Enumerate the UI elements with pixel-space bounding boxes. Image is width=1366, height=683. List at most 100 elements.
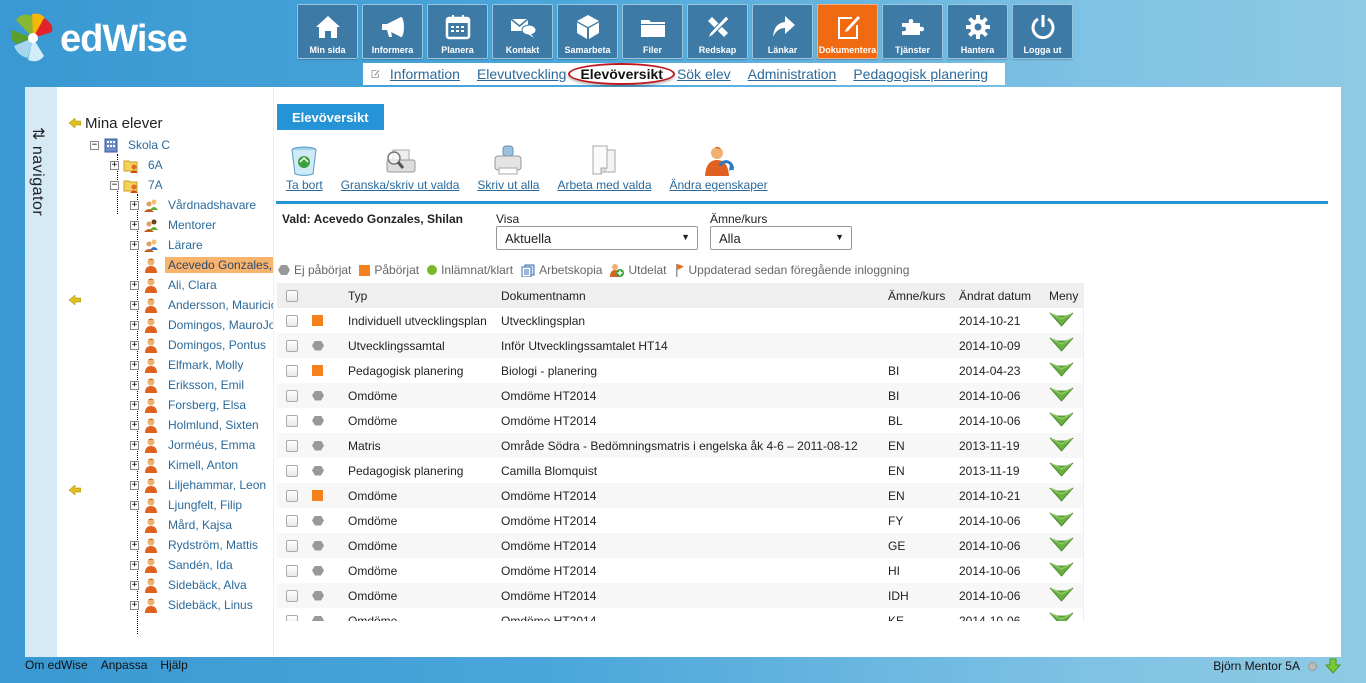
nav-informera[interactable]: Informera bbox=[362, 4, 423, 59]
table-row[interactable]: Omdöme Omdöme HT2014 EN 2014-10-21 bbox=[277, 483, 1083, 508]
change-properties-button[interactable]: Ändra egenskaper bbox=[670, 144, 768, 192]
table-row[interactable]: Omdöme Omdöme HT2014 HI 2014-10-06 bbox=[277, 558, 1083, 583]
tree-node-student[interactable]: + Ljungfelt, Filip bbox=[130, 495, 245, 515]
help-link[interactable]: Hjälp bbox=[160, 658, 187, 672]
table-row[interactable]: Pedagogisk planering Biologi - planering B… bbox=[277, 358, 1083, 383]
nav-lankar[interactable]: Länkar bbox=[752, 4, 813, 59]
row-menu-button[interactable] bbox=[1049, 386, 1074, 405]
table-row[interactable]: Individuell utvecklingsplan Utvecklingspl… bbox=[277, 308, 1083, 333]
tool-label[interactable]: Granska/skriv ut valda bbox=[341, 178, 460, 192]
nav-kontakt[interactable]: Kontakt bbox=[492, 4, 553, 59]
row-checkbox[interactable] bbox=[286, 564, 298, 577]
row-menu-button[interactable] bbox=[1049, 411, 1074, 430]
tree-node-student[interactable]: + Andersson, Mauricio bbox=[130, 295, 273, 315]
expand-toggle[interactable]: + bbox=[130, 240, 139, 250]
row-checkbox[interactable] bbox=[286, 614, 298, 621]
table-row[interactable]: Pedagogisk planering Camilla Blomquist EN 2… bbox=[277, 458, 1083, 483]
nav-filer[interactable]: Filer bbox=[622, 4, 683, 59]
expand-toggle[interactable]: + bbox=[130, 460, 139, 470]
tree-node-student[interactable]: + Domingos, MauroJoao bbox=[130, 315, 273, 335]
tree-node-class-6a[interactable]: + 6A bbox=[110, 155, 166, 175]
expand-toggle[interactable]: + bbox=[130, 420, 139, 430]
tool-label[interactable]: Skriv ut alla bbox=[477, 178, 539, 192]
tree-node-student[interactable]: + Rydström, Mattis bbox=[130, 535, 261, 555]
expand-toggle[interactable]: + bbox=[130, 480, 139, 490]
subnav-sok-elev[interactable]: Sök elev bbox=[677, 66, 731, 82]
column-header-typ[interactable]: Typ bbox=[348, 289, 367, 303]
row-checkbox[interactable] bbox=[286, 489, 298, 502]
tree-node-student[interactable]: + Domingos, Pontus bbox=[130, 335, 269, 355]
collapse-toggle[interactable]: − bbox=[90, 140, 99, 150]
column-header-dokumentnamn[interactable]: Dokumentnamn bbox=[501, 289, 586, 303]
delete-button[interactable]: Ta bort bbox=[286, 144, 323, 192]
subnav-elevoversikt[interactable]: Elevöversikt bbox=[568, 63, 675, 85]
table-row[interactable]: Omdöme Omdöme HT2014 KE 2014-10-06 bbox=[277, 608, 1083, 621]
row-checkbox[interactable] bbox=[286, 539, 298, 552]
subnav-administration[interactable]: Administration bbox=[748, 66, 837, 82]
row-checkbox[interactable] bbox=[286, 339, 298, 352]
tree-node-school[interactable]: − Skola C bbox=[90, 135, 173, 155]
row-checkbox[interactable] bbox=[286, 389, 298, 402]
subnav-information[interactable]: Information bbox=[390, 66, 460, 82]
user-link[interactable]: Björn Mentor 5A bbox=[1213, 659, 1300, 673]
tree-node-student[interactable]: Acevedo Gonzales, Shilan bbox=[130, 255, 273, 275]
expand-toggle[interactable]: + bbox=[130, 320, 139, 330]
expand-toggle[interactable]: + bbox=[130, 340, 139, 350]
tree-node-student[interactable]: + Kimell, Anton bbox=[130, 455, 241, 475]
collapse-toggle[interactable]: − bbox=[110, 180, 119, 190]
nav-tjanster[interactable]: Tjänster bbox=[882, 4, 943, 59]
expand-toggle[interactable]: + bbox=[130, 540, 139, 550]
subnav-elevutveckling[interactable]: Elevutveckling bbox=[477, 66, 567, 82]
expand-toggle[interactable]: + bbox=[130, 380, 139, 390]
tab-elevoversikt[interactable]: Elevöversikt bbox=[277, 104, 384, 130]
nav-samarbeta[interactable]: Samarbeta bbox=[557, 4, 618, 59]
tool-label[interactable]: Arbeta med valda bbox=[557, 178, 651, 192]
row-menu-button[interactable] bbox=[1049, 361, 1074, 380]
tree-root[interactable]: Mina elever bbox=[69, 113, 163, 133]
column-header-amne[interactable]: Ämne/kurs bbox=[888, 289, 945, 303]
expand-toggle[interactable]: + bbox=[130, 360, 139, 370]
row-menu-button[interactable] bbox=[1049, 611, 1074, 621]
nav-hantera[interactable]: Hantera bbox=[947, 4, 1008, 59]
tree-node-student[interactable]: Mård, Kajsa bbox=[130, 515, 235, 535]
tree-node-class-7a[interactable]: − 7A bbox=[110, 175, 166, 195]
download-arrow-icon[interactable] bbox=[1325, 658, 1341, 674]
column-header-datum[interactable]: Ändrat datum bbox=[959, 289, 1031, 303]
expand-toggle[interactable]: + bbox=[130, 280, 139, 290]
expand-toggle[interactable]: + bbox=[130, 440, 139, 450]
nav-redskap[interactable]: Redskap bbox=[687, 4, 748, 59]
row-checkbox[interactable] bbox=[286, 314, 298, 327]
subnav-pedagogisk-planering[interactable]: Pedagogisk planering bbox=[853, 66, 988, 82]
tree-node-student[interactable]: + Holmlund, Sixten bbox=[130, 415, 262, 435]
row-menu-button[interactable] bbox=[1049, 561, 1074, 580]
tree-node-student[interactable]: + Elfmark, Molly bbox=[130, 355, 246, 375]
row-checkbox[interactable] bbox=[286, 414, 298, 427]
expand-toggle[interactable]: + bbox=[130, 580, 139, 590]
expand-toggle[interactable]: + bbox=[130, 400, 139, 410]
row-checkbox[interactable] bbox=[286, 589, 298, 602]
table-row[interactable]: Matris Område Södra - Bedömningsmatris i … bbox=[277, 433, 1083, 458]
expand-toggle[interactable]: + bbox=[110, 160, 119, 170]
table-row[interactable]: Omdöme Omdöme HT2014 FY 2014-10-06 bbox=[277, 508, 1083, 533]
tree-node-student[interactable]: + Liljehammar, Leon bbox=[130, 475, 269, 495]
row-menu-button[interactable] bbox=[1049, 436, 1074, 455]
tree-node-student[interactable]: + Sandén, Ida bbox=[130, 555, 236, 575]
row-menu-button[interactable] bbox=[1049, 486, 1074, 505]
table-row[interactable]: Omdöme Omdöme HT2014 GE 2014-10-06 bbox=[277, 533, 1083, 558]
nav-planera[interactable]: Planera bbox=[427, 4, 488, 59]
row-checkbox[interactable] bbox=[286, 514, 298, 527]
row-checkbox[interactable] bbox=[286, 464, 298, 477]
row-menu-button[interactable] bbox=[1049, 336, 1074, 355]
customize-link[interactable]: Anpassa bbox=[101, 658, 148, 672]
tree-node-guardians[interactable]: + Vårdnadshavare bbox=[130, 195, 259, 215]
table-row[interactable]: Omdöme Omdöme HT2014 IDH 2014-10-06 bbox=[277, 583, 1083, 608]
work-with-selected-button[interactable]: Arbeta med valda bbox=[557, 144, 652, 192]
edwise-logo[interactable]: edWise bbox=[8, 8, 188, 68]
tree-node-student[interactable]: + Ali, Clara bbox=[130, 275, 220, 295]
expand-toggle[interactable]: + bbox=[130, 560, 139, 570]
nav-dokumentera[interactable]: Dokumentera bbox=[817, 4, 878, 59]
table-row[interactable]: Omdöme Omdöme HT2014 BL 2014-10-06 bbox=[277, 408, 1083, 433]
row-menu-button[interactable] bbox=[1049, 536, 1074, 555]
select-all-checkbox[interactable] bbox=[286, 289, 298, 302]
row-menu-button[interactable] bbox=[1049, 511, 1074, 530]
